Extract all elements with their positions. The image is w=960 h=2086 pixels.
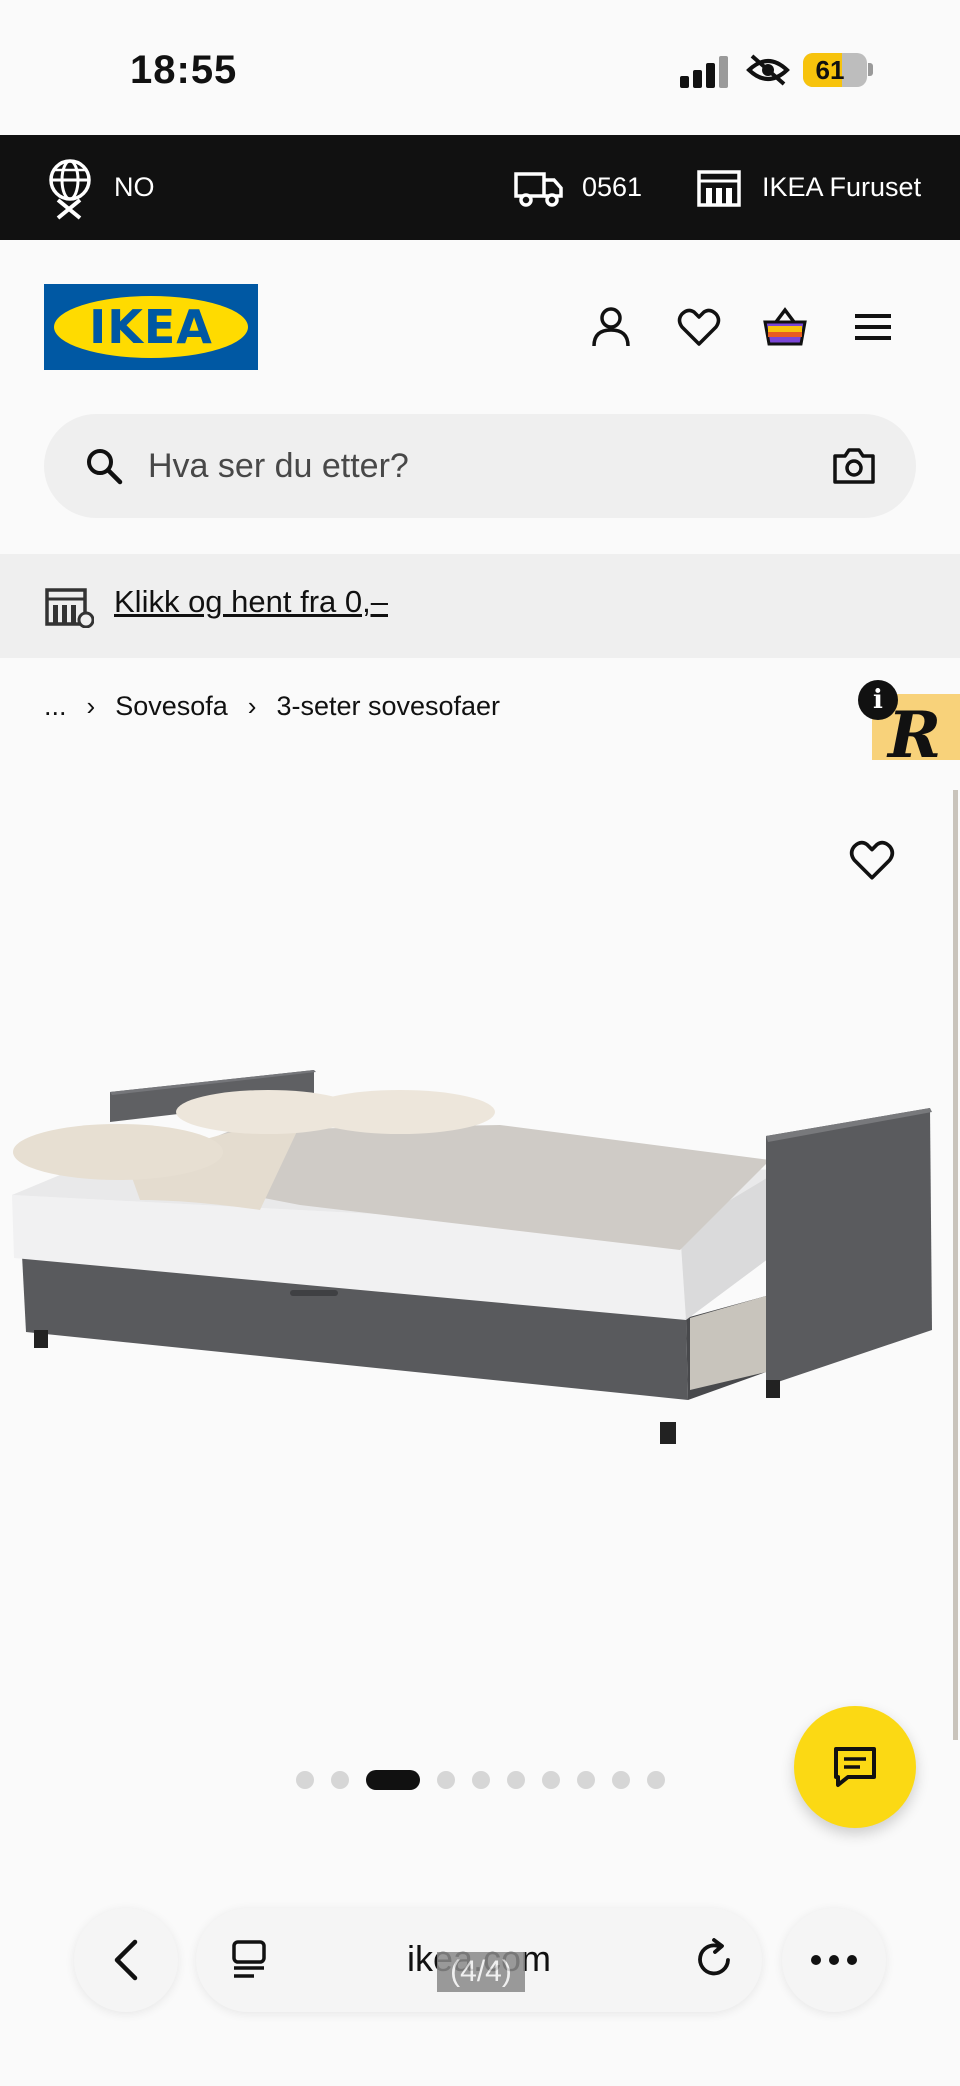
battery-icon: 61 <box>803 53 867 87</box>
more-dots-icon <box>811 1955 857 1965</box>
battery-nub <box>868 63 873 76</box>
carousel-dot[interactable] <box>577 1771 595 1789</box>
next-image-peek <box>953 790 958 1740</box>
carousel-dot[interactable] <box>437 1771 455 1789</box>
carousel-dot[interactable] <box>296 1771 314 1789</box>
delivery-postcode[interactable]: 0561 <box>514 135 642 240</box>
logo-text: IKEA <box>89 300 213 354</box>
globe-icon <box>49 158 91 220</box>
postal-code: 0561 <box>582 172 643 202</box>
carousel-dot[interactable] <box>647 1771 665 1789</box>
breadcrumb: ... › Sovesofa › 3-seter sovesofaer <box>44 686 500 726</box>
chevron-left-icon <box>114 1939 138 1981</box>
cellular-signal-icon <box>680 56 728 88</box>
breadcrumb-item-sovesofa[interactable]: Sovesofa <box>115 691 228 722</box>
carousel-dot[interactable] <box>542 1771 560 1789</box>
carousel-dot[interactable] <box>612 1771 630 1789</box>
camera-search-icon[interactable] <box>832 446 876 486</box>
carousel-dot[interactable] <box>507 1771 525 1789</box>
carousel-pagination <box>296 1768 665 1792</box>
reload-icon[interactable] <box>694 1938 734 1980</box>
language-selector[interactable]: NO <box>46 135 155 240</box>
page-counter-overlay: (4/4) <box>437 1952 525 1992</box>
language-code: NO <box>114 172 155 202</box>
chat-bubble-icon <box>834 1747 876 1787</box>
eye-slash-icon <box>746 54 790 86</box>
carousel-dot-active[interactable] <box>366 1770 420 1790</box>
browser-more-button[interactable] <box>782 1908 886 2012</box>
account-icon[interactable] <box>588 304 634 350</box>
breadcrumb-item-3-seter[interactable]: 3-seter sovesofaer <box>276 691 500 722</box>
carousel-dot[interactable] <box>472 1771 490 1789</box>
chat-button[interactable] <box>794 1706 916 1828</box>
store-icon <box>697 169 741 207</box>
store-selector[interactable]: IKEA Furuset <box>696 135 921 240</box>
menu-hamburger-icon[interactable] <box>850 304 896 350</box>
info-icon[interactable]: i <box>858 680 898 720</box>
site-header: IKEA <box>0 240 960 400</box>
battery-percent: 61 <box>815 55 845 85</box>
click-collect-banner: Klikk og hent fra 0,– <box>0 554 960 658</box>
search-input[interactable] <box>148 438 748 494</box>
status-time: 18:55 <box>130 48 238 92</box>
wishlist-heart-icon[interactable] <box>676 304 722 350</box>
search-bar[interactable] <box>44 414 916 518</box>
search-icon <box>87 449 123 485</box>
chevron-right-icon: › <box>247 690 257 721</box>
shopping-bag-icon[interactable] <box>762 304 808 350</box>
store-pickup-icon <box>45 588 94 628</box>
status-bar: 18:55 61 <box>0 0 960 135</box>
truck-icon <box>514 171 563 207</box>
ikea-logo[interactable]: IKEA <box>44 284 258 370</box>
top-utility-bar: NO 0561 IKEA Furuset <box>0 135 960 240</box>
product-image[interactable] <box>0 760 960 1800</box>
add-to-wishlist-heart-icon[interactable] <box>848 836 896 884</box>
click-collect-link[interactable]: Klikk og hent fra 0,– <box>114 584 388 620</box>
store-name: IKEA Furuset <box>762 172 922 202</box>
chevron-right-icon: › <box>86 690 96 721</box>
carousel-dot[interactable] <box>331 1771 349 1789</box>
breadcrumb-ellipsis[interactable]: ... <box>44 691 67 722</box>
browser-back-button[interactable] <box>74 1908 178 2012</box>
